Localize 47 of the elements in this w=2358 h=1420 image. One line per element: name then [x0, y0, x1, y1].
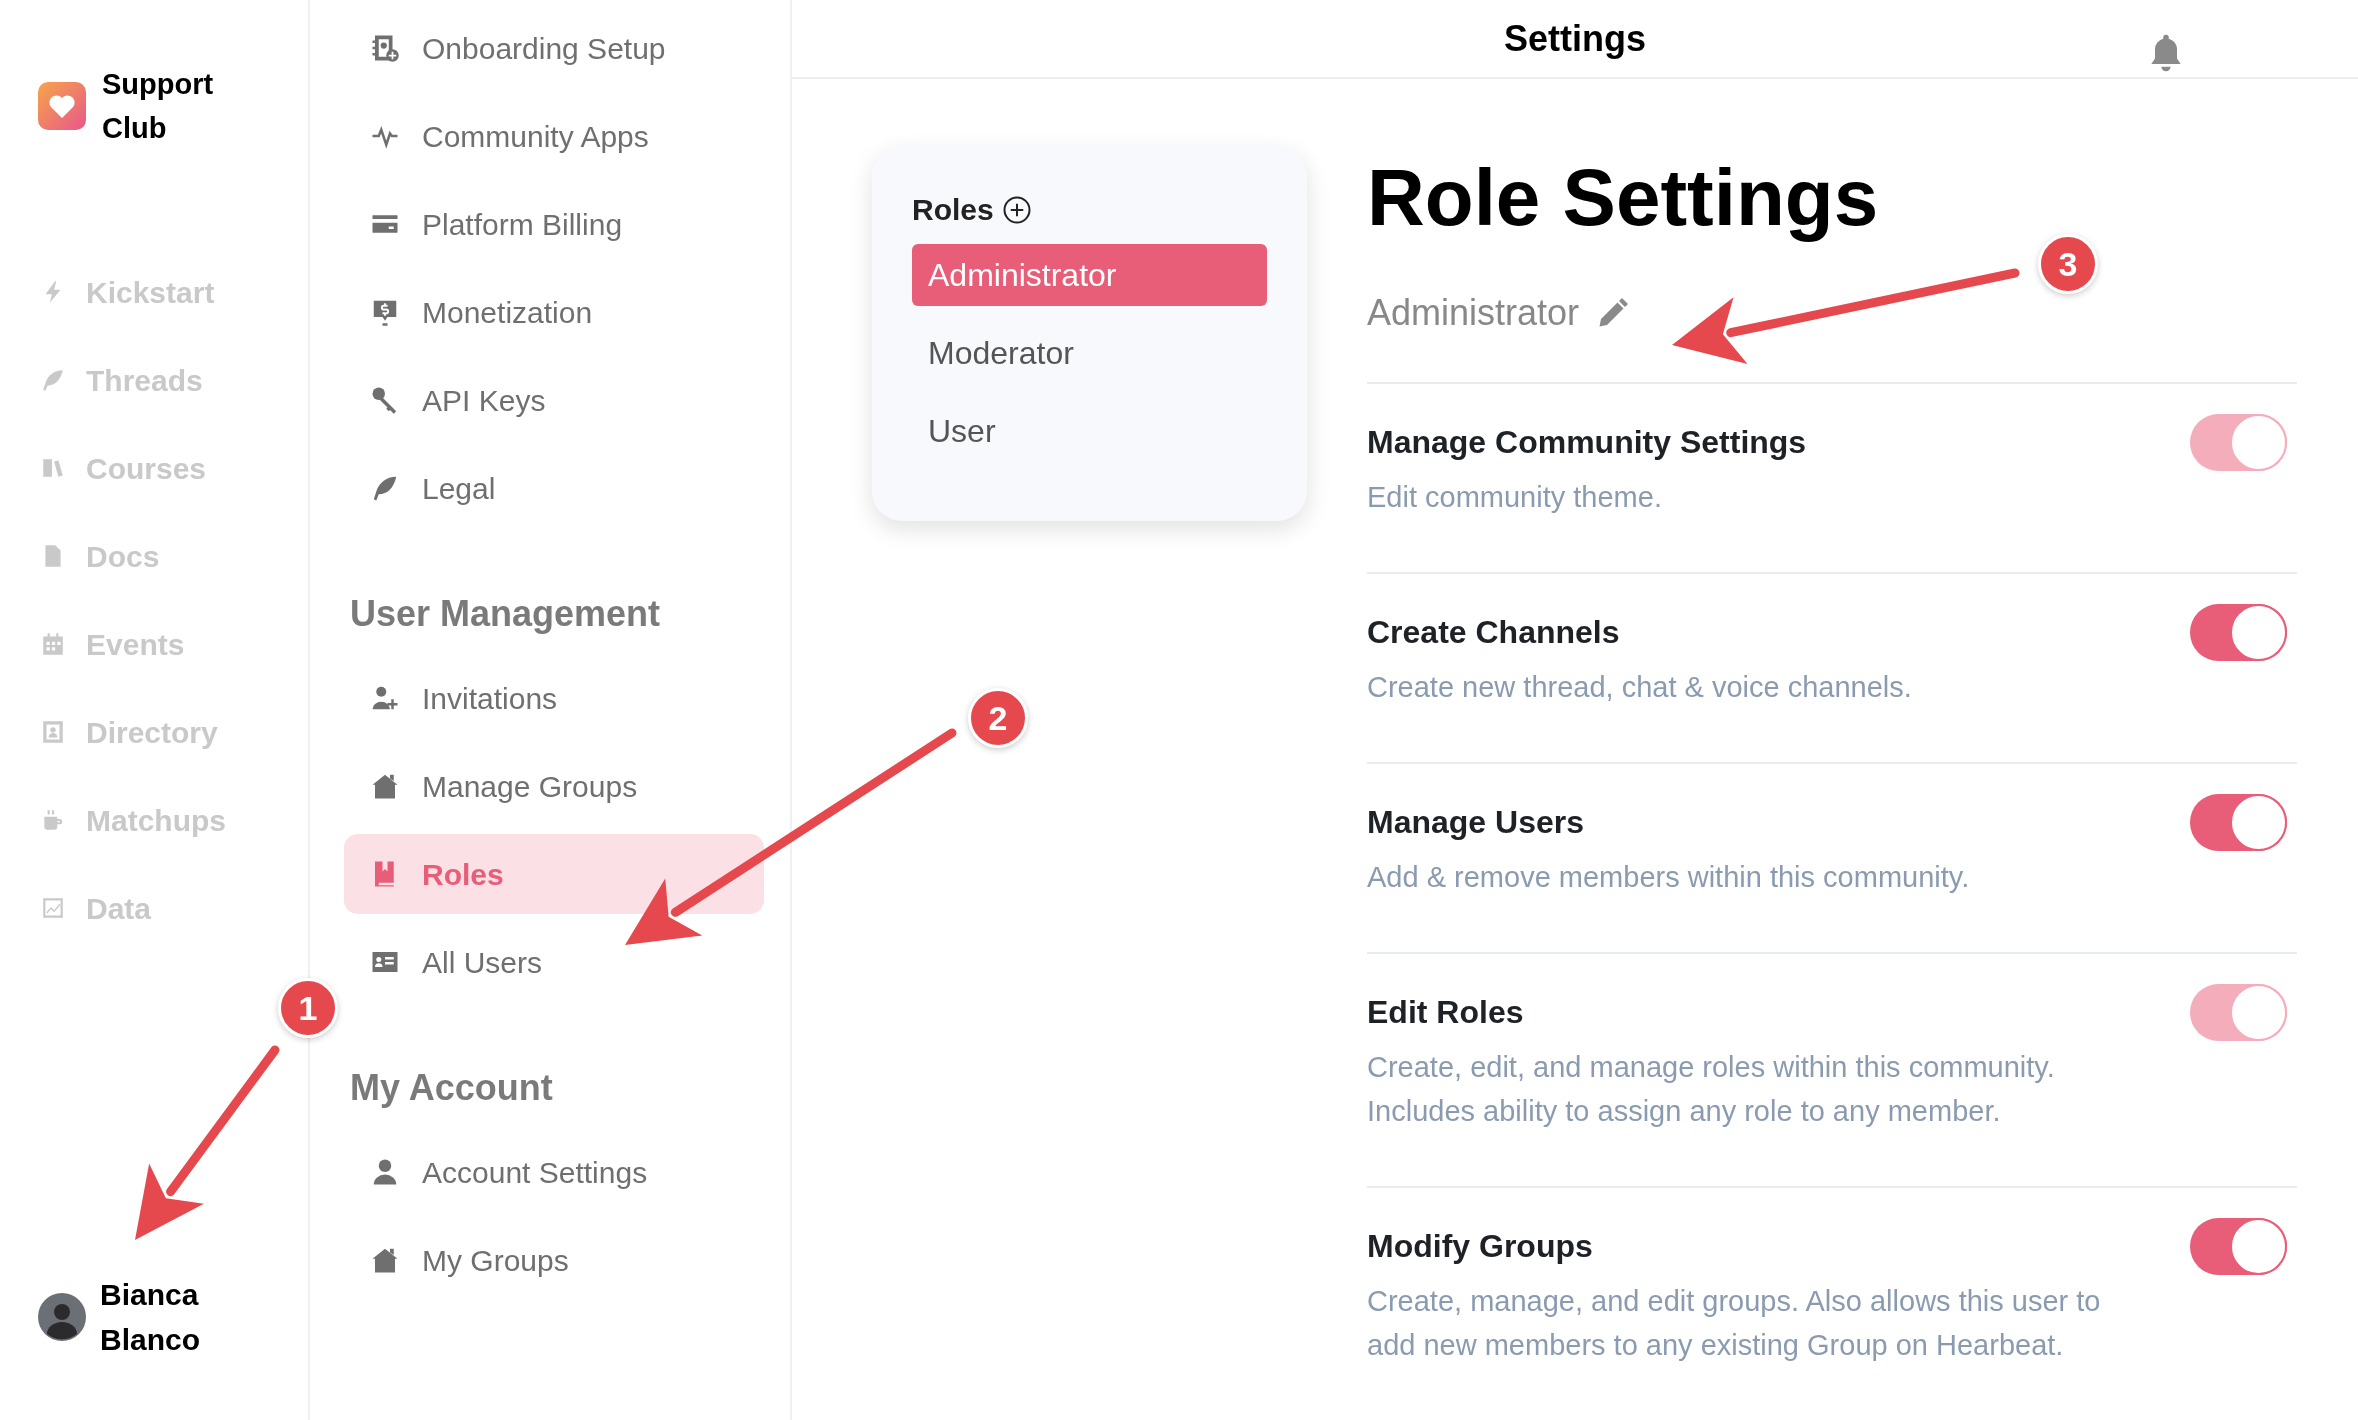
permission-description: Create, manage, and edit groups. Also allows this user to add new members to any existing Group on Hearbeat. [1367, 1284, 2102, 1363]
roles-title: Roles [912, 192, 994, 228]
contact-book-icon [40, 719, 66, 745]
settings-nav-item[interactable]: Invitations [344, 658, 764, 738]
permission-description: Add & remove members within this community. [1367, 860, 1970, 895]
toggle-switch[interactable] [2190, 1218, 2287, 1275]
permission-description: Edit community theme. [1367, 480, 1663, 515]
role-item[interactable]: Administrator [912, 244, 1267, 306]
permission-title: Manage Users [1367, 803, 1585, 842]
settings-nav-item[interactable]: Roles [344, 834, 764, 914]
role-name: Administrator [1367, 291, 1580, 335]
toggle-switch[interactable] [2190, 604, 2287, 661]
settings-nav-item[interactable]: Community Apps [344, 96, 764, 176]
settings-nav-item[interactable]: Onboarding Setup [344, 8, 764, 88]
role-item[interactable]: Moderator [912, 322, 1267, 384]
permission-title: Modify Groups [1367, 1227, 1594, 1266]
settings-nav-item[interactable]: Monetization [344, 272, 764, 352]
settings-nav-item[interactable]: API Keys [344, 360, 764, 440]
settings-nav-item[interactable]: All Users [344, 922, 764, 1002]
step-number: 3 [2038, 234, 2098, 294]
permission-title: Edit Roles [1367, 993, 1525, 1032]
section-heading: My Account [349, 1066, 554, 1110]
settings-nav-item[interactable]: Legal [344, 448, 764, 528]
permission-description: Create, edit, and manage roles within this community. Includes ability to assign any role to any member. [1367, 1050, 2056, 1129]
role-settings-heading: Role Settings [1367, 152, 1880, 244]
brand-name: Support Club [102, 67, 215, 146]
role-item[interactable]: User [912, 400, 1267, 462]
address-book-icon [370, 33, 400, 63]
add-icon[interactable] [1001, 195, 1032, 225]
user-name: Bianca Blanco [100, 1277, 202, 1358]
settings-nav-item[interactable]: Platform Billing [344, 184, 764, 264]
step-number: 1 [278, 978, 338, 1038]
permission-title: Manage Community Settings [1367, 423, 1807, 462]
settings-nav-item[interactable]: Account Settings [344, 1132, 764, 1212]
settings-nav-item[interactable]: My Groups [344, 1220, 764, 1300]
logo-icon [38, 82, 86, 130]
avatar [38, 1293, 86, 1341]
permission-description: Create new thread, chat & voice channels. [1367, 670, 1912, 705]
settings-nav-item[interactable]: Manage Groups [344, 746, 764, 826]
chart-icon [40, 895, 66, 921]
page-title: Settings [1504, 16, 1646, 61]
feather-icon [40, 367, 66, 393]
calendar-icon [40, 631, 66, 657]
toggle-switch[interactable] [2190, 794, 2287, 851]
step-number: 2 [968, 688, 1028, 748]
section-heading: User Management [349, 592, 662, 636]
permission-title: Create Channels [1367, 613, 1621, 652]
